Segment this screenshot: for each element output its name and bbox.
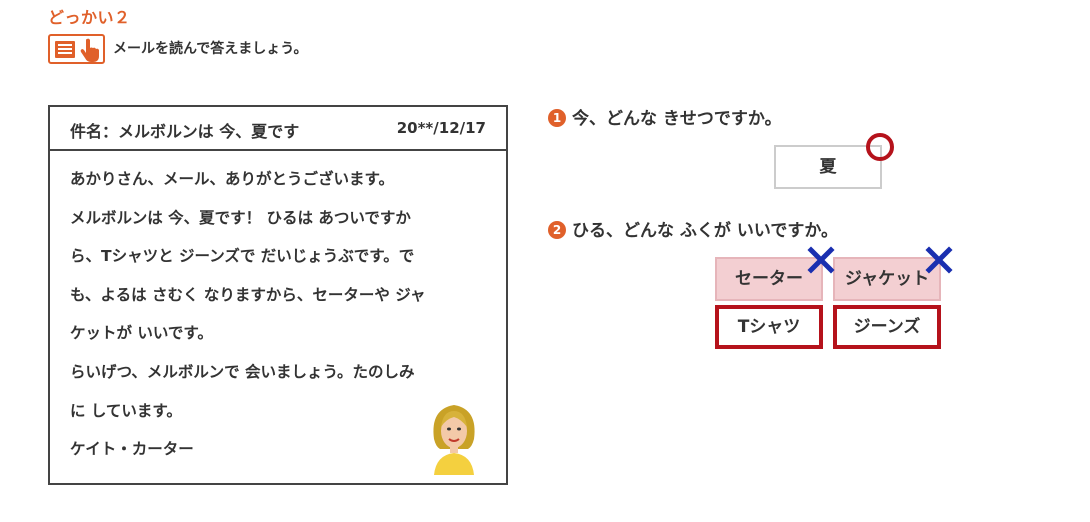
question-2: 2 ひる、どんな ふくが いいですか。 — [548, 216, 838, 241]
email-line: に しています。 — [70, 401, 182, 420]
read-and-tap-icon — [48, 34, 105, 64]
email-body: あかりさん、メール、ありがとうございます。 メルボルンは 今、夏です！ ひるは … — [70, 167, 490, 476]
choice-tshirt[interactable]: Tシャツ — [715, 305, 823, 349]
question-text: ひる、どんな ふくが いいですか。 — [572, 221, 838, 241]
question-number-badge: 2 — [548, 221, 566, 239]
email-line: ケットが いいです。 — [70, 324, 213, 343]
question-number-badge: 1 — [548, 109, 566, 127]
instruction-text: メールを読んで答えましょう。 — [113, 41, 308, 57]
question-1: 1 今、どんな きせつですか。 — [548, 104, 782, 129]
wrong-x-icon — [807, 246, 835, 274]
email-date: 20**/12/17 — [396, 119, 486, 137]
wrong-x-icon — [925, 246, 953, 274]
correct-circle-icon — [866, 133, 894, 161]
email-line: メルボルンは 今、夏です！ ひるは あついですか — [70, 208, 411, 227]
email-subject: 件名：メルボルンは 今、夏です — [70, 122, 300, 141]
email-line: らいげつ、メルボルンで 会いましょう。たのしみ — [70, 362, 415, 381]
email-panel: 件名：メルボルンは 今、夏です 20**/12/17 あかりさん、メール、ありが… — [48, 105, 508, 485]
woman-avatar-icon — [433, 405, 475, 475]
email-line: ら、Tシャツと ジーンズで だいじょうぶです。で — [70, 247, 415, 266]
question-text: 今、どんな きせつですか。 — [572, 109, 782, 129]
section-title: どっかい２ — [48, 8, 131, 27]
email-line: も、よるは さむく なりますから、セーターや ジャ — [70, 285, 426, 304]
document-icon — [55, 41, 75, 58]
pointing-hand-icon — [80, 38, 99, 62]
email-header: 件名：メルボルンは 今、夏です 20**/12/17 — [50, 107, 506, 151]
choice-jeans[interactable]: ジーンズ — [833, 305, 941, 349]
email-signature: ケイト・カーター — [70, 440, 194, 459]
email-line: あかりさん、メール、ありがとうございます。 — [70, 170, 394, 188]
